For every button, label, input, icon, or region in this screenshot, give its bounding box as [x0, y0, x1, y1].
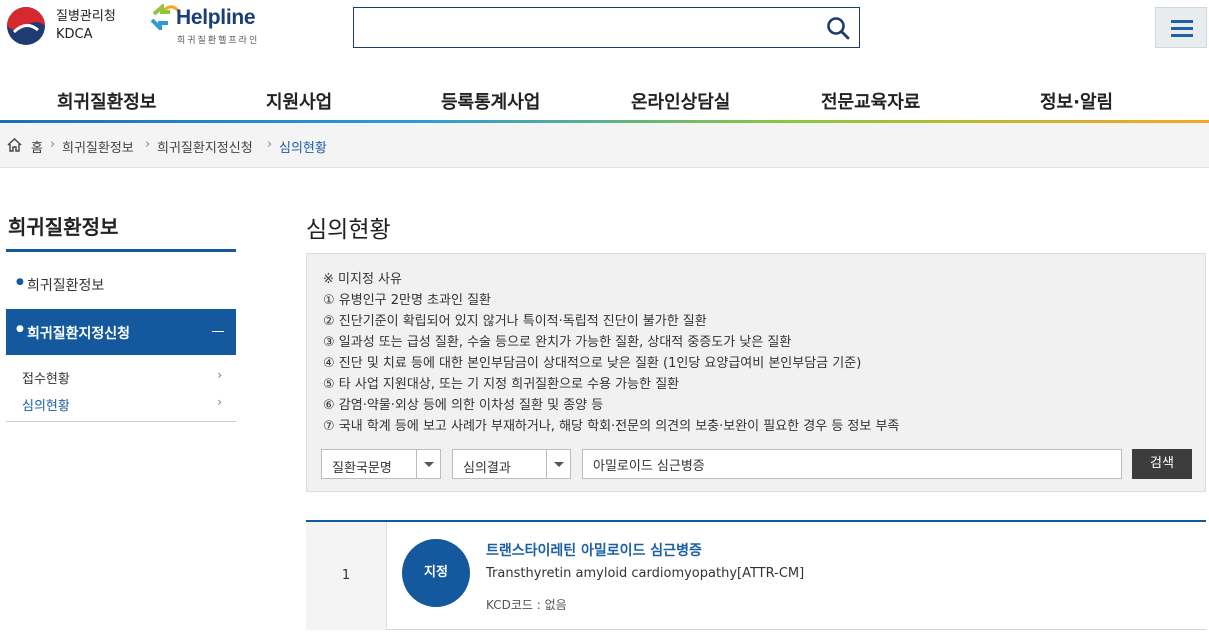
nav-item-rare-disease-info[interactable]: 희귀질환정보	[57, 88, 156, 114]
breadcrumb-item-current[interactable]: 심의현황	[279, 137, 327, 156]
sidebar-title: 희귀질환정보	[8, 215, 119, 239]
site-header: 질병관리청 KDCA Helpline 희귀질환헬프라인	[0, 0, 1209, 58]
search-button[interactable]: 검색	[1132, 449, 1192, 479]
status-badge: 지정	[402, 539, 470, 607]
bullet-icon: ●	[16, 324, 24, 334]
sidebar-subitem-review[interactable]: 심의현황	[22, 395, 70, 414]
helpline-subtitle: 희귀질환헬프라인	[177, 36, 260, 46]
org-name-ko: 질병관리청	[56, 9, 116, 24]
notice-line: ⑥ 감염·약물·외상 등에 의한 이차성 질환 및 종양 등	[323, 398, 604, 413]
site-search-input[interactable]	[360, 14, 810, 41]
result-title-en: Transthyretin amyloid cardiomyopathy[ATT…	[486, 566, 805, 581]
sidebar-item-label: 희귀질환정보	[27, 278, 105, 294]
notice-line: ③ 일과성 또는 급성 질환, 수술 등으로 완치가 가능한 질환, 상대적 중…	[323, 335, 792, 350]
nav-item-counseling[interactable]: 온라인상담실	[631, 88, 730, 114]
nav-item-notice[interactable]: 정보·알림	[1040, 88, 1113, 114]
chevron-right-icon: ›	[50, 137, 56, 152]
sidebar-item-designation[interactable]: ● 희귀질환지정신청	[6, 309, 236, 355]
result-select[interactable]: 심의결과	[452, 449, 571, 479]
result-select-value: 심의결과	[463, 461, 511, 476]
notice-line: ④ 진단 및 치료 등에 대한 본인부담금이 상대적으로 낮은 질환 (1인당 …	[323, 356, 862, 371]
sidebar-item-rare-disease-info[interactable]: ● 희귀질환정보	[6, 270, 236, 300]
collapse-icon[interactable]	[212, 331, 224, 332]
sidebar-item-label: 희귀질환지정신청	[27, 326, 131, 342]
keyword-input[interactable]	[593, 456, 1093, 472]
notice-heading: ※ 미지정 사유	[323, 272, 402, 287]
notice-box: ※ 미지정 사유 ① 유병인구 2만명 초과인 질환 ② 진단기준이 확립되어 …	[306, 253, 1206, 492]
field-select[interactable]: 질환국문명	[321, 449, 441, 479]
bullet-icon: ●	[16, 277, 24, 287]
chevron-right-icon: ›	[217, 368, 222, 382]
hamburger-menu-icon[interactable]	[1155, 7, 1207, 48]
main-navigation: 희귀질환정보 지원사업 등록통계사업 온라인상담실 전문교육자료 정보·알림	[0, 78, 1209, 120]
result-list-item: 1 지정 트랜스타이레틴 아밀로이드 심근병증 Transthyretin am…	[306, 520, 1206, 630]
breadcrumb-home[interactable]: 홈	[31, 137, 43, 156]
kdca-logo-icon[interactable]	[6, 6, 46, 46]
chevron-down-icon	[546, 450, 570, 478]
sidebar-submenu: 접수현황 › 심의현황 ›	[6, 355, 236, 422]
result-title-link[interactable]: 트랜스타이레틴 아밀로이드 심근병증	[486, 540, 702, 560]
chevron-right-icon: ›	[145, 137, 151, 152]
nav-item-support[interactable]: 지원사업	[266, 88, 332, 114]
menu-bar	[1171, 34, 1193, 37]
breadcrumb-item-rare-disease-info[interactable]: 희귀질환정보	[62, 137, 134, 156]
sidebar-divider	[6, 249, 236, 252]
chevron-down-icon	[416, 450, 440, 478]
breadcrumb-item-designation[interactable]: 희귀질환지정신청	[157, 137, 253, 156]
page-title: 심의현황	[306, 217, 391, 243]
notice-line: ⑦ 국내 학계 등에 보고 사례가 부재하거나, 해당 학회·전문의 의견의 보…	[323, 419, 900, 434]
home-icon[interactable]	[7, 138, 22, 152]
breadcrumb: 홈 › 희귀질환정보 › 희귀질환지정신청 › 심의현황	[0, 123, 1209, 168]
notice-line: ② 진단기준이 확립되어 있지 않거나 특이적·독립적 진단이 불가한 질환	[323, 314, 707, 329]
helpline-wordmark: Helpline	[176, 6, 256, 29]
chevron-right-icon: ›	[217, 395, 222, 409]
menu-bar	[1171, 20, 1193, 23]
org-name-en: KDCA	[56, 27, 93, 42]
result-number: 1	[306, 522, 387, 630]
notice-line: ① 유병인구 2만명 초과인 질환	[323, 293, 492, 308]
nav-item-education[interactable]: 전문교육자료	[821, 88, 920, 114]
field-select-value: 질환국문명	[332, 461, 392, 476]
result-kcd: KCD코드 : 없음	[486, 598, 567, 612]
site-search-box	[353, 7, 860, 48]
kdca-wordmark[interactable]: 질병관리청 KDCA	[56, 8, 116, 44]
chevron-right-icon: ›	[267, 137, 273, 152]
helpline-logo[interactable]: Helpline 희귀질환헬프라인	[150, 2, 275, 46]
search-icon[interactable]	[825, 15, 851, 41]
menu-bar	[1171, 27, 1193, 30]
keyword-field	[582, 449, 1122, 479]
nav-item-registry[interactable]: 등록통계사업	[441, 88, 540, 114]
sidebar-subitem-receipt[interactable]: 접수현황	[22, 368, 70, 387]
notice-line: ⑤ 타 사업 지원대상, 또는 기 지정 희귀질환으로 수용 가능한 질환	[323, 377, 680, 392]
